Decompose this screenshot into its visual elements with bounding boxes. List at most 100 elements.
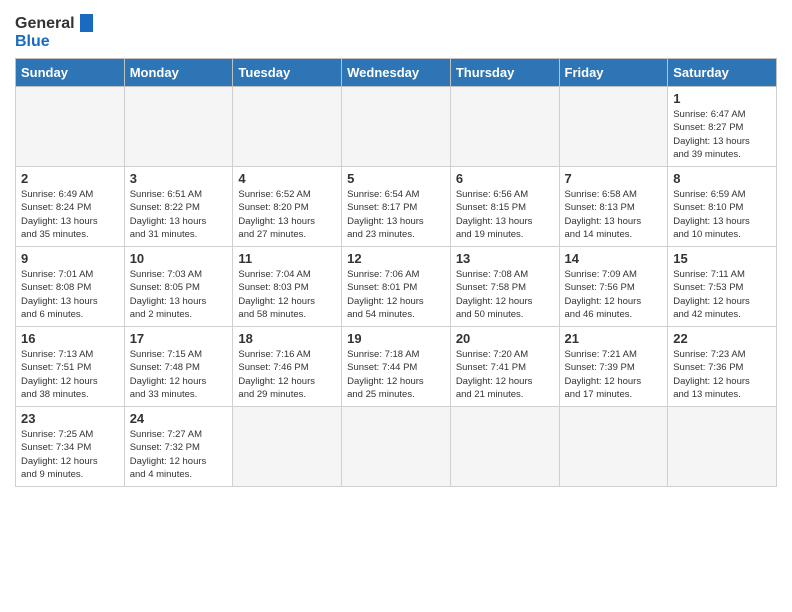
calendar-cell: 7 Sunrise: 6:58 AM Sunset: 8:13 PM Daylig…	[559, 167, 668, 247]
calendar-cell: 19 Sunrise: 7:18 AM Sunset: 7:44 PM Dayli…	[342, 327, 451, 407]
day-detail: Sunrise: 7:08 AM Sunset: 7:58 PM Dayligh…	[456, 268, 554, 321]
day-detail: Sunrise: 6:52 AM Sunset: 8:20 PM Dayligh…	[238, 188, 336, 241]
calendar-cell	[233, 407, 342, 487]
calendar-table: SundayMondayTuesdayWednesdayThursdayFrid…	[15, 58, 777, 487]
weekday-header-saturday: Saturday	[668, 59, 777, 87]
calendar-cell	[342, 407, 451, 487]
day-number: 17	[130, 331, 228, 346]
day-detail: Sunrise: 6:49 AM Sunset: 8:24 PM Dayligh…	[21, 188, 119, 241]
day-detail: Sunrise: 6:59 AM Sunset: 8:10 PM Dayligh…	[673, 188, 771, 241]
day-number: 24	[130, 411, 228, 426]
day-number: 19	[347, 331, 445, 346]
day-detail: Sunrise: 7:11 AM Sunset: 7:53 PM Dayligh…	[673, 268, 771, 321]
calendar-cell: 24 Sunrise: 7:27 AM Sunset: 7:32 PM Dayli…	[124, 407, 233, 487]
calendar-cell: 12 Sunrise: 7:06 AM Sunset: 8:01 PM Dayli…	[342, 247, 451, 327]
day-detail: Sunrise: 7:23 AM Sunset: 7:36 PM Dayligh…	[673, 348, 771, 401]
day-detail: Sunrise: 7:09 AM Sunset: 7:56 PM Dayligh…	[565, 268, 663, 321]
calendar-cell	[450, 87, 559, 167]
day-number: 11	[238, 251, 336, 266]
calendar-cell	[233, 87, 342, 167]
day-detail: Sunrise: 6:51 AM Sunset: 8:22 PM Dayligh…	[130, 188, 228, 241]
calendar-cell: 11 Sunrise: 7:04 AM Sunset: 8:03 PM Dayli…	[233, 247, 342, 327]
day-number: 12	[347, 251, 445, 266]
day-number: 15	[673, 251, 771, 266]
calendar-cell	[16, 87, 125, 167]
logo: GeneralBlue	[15, 10, 95, 50]
calendar-cell	[124, 87, 233, 167]
calendar-cell: 13 Sunrise: 7:08 AM Sunset: 7:58 PM Dayli…	[450, 247, 559, 327]
calendar-row-2: 2 Sunrise: 6:49 AM Sunset: 8:24 PM Daylig…	[16, 167, 777, 247]
weekday-header-tuesday: Tuesday	[233, 59, 342, 87]
day-number: 6	[456, 171, 554, 186]
calendar-cell: 14 Sunrise: 7:09 AM Sunset: 7:56 PM Dayli…	[559, 247, 668, 327]
calendar-cell: 6 Sunrise: 6:56 AM Sunset: 8:15 PM Daylig…	[450, 167, 559, 247]
day-number: 3	[130, 171, 228, 186]
day-number: 8	[673, 171, 771, 186]
calendar-cell: 17 Sunrise: 7:15 AM Sunset: 7:48 PM Dayli…	[124, 327, 233, 407]
day-detail: Sunrise: 7:16 AM Sunset: 7:46 PM Dayligh…	[238, 348, 336, 401]
calendar-cell: 2 Sunrise: 6:49 AM Sunset: 8:24 PM Daylig…	[16, 167, 125, 247]
day-number: 20	[456, 331, 554, 346]
day-detail: Sunrise: 6:54 AM Sunset: 8:17 PM Dayligh…	[347, 188, 445, 241]
day-detail: Sunrise: 6:58 AM Sunset: 8:13 PM Dayligh…	[565, 188, 663, 241]
calendar-cell: 9 Sunrise: 7:01 AM Sunset: 8:08 PM Daylig…	[16, 247, 125, 327]
day-number: 14	[565, 251, 663, 266]
calendar-cell: 3 Sunrise: 6:51 AM Sunset: 8:22 PM Daylig…	[124, 167, 233, 247]
day-detail: Sunrise: 7:18 AM Sunset: 7:44 PM Dayligh…	[347, 348, 445, 401]
weekday-header-row: SundayMondayTuesdayWednesdayThursdayFrid…	[16, 59, 777, 87]
calendar-row-4: 16 Sunrise: 7:13 AM Sunset: 7:51 PM Dayli…	[16, 327, 777, 407]
calendar-cell: 20 Sunrise: 7:20 AM Sunset: 7:41 PM Dayli…	[450, 327, 559, 407]
day-number: 5	[347, 171, 445, 186]
day-detail: Sunrise: 7:15 AM Sunset: 7:48 PM Dayligh…	[130, 348, 228, 401]
day-detail: Sunrise: 7:25 AM Sunset: 7:34 PM Dayligh…	[21, 428, 119, 481]
day-detail: Sunrise: 7:20 AM Sunset: 7:41 PM Dayligh…	[456, 348, 554, 401]
calendar-cell: 4Sunrise: 6:52 AM Sunset: 8:20 PM Daylig…	[233, 167, 342, 247]
calendar-cell: 22 Sunrise: 7:23 AM Sunset: 7:36 PM Dayli…	[668, 327, 777, 407]
calendar-cell: 1 Sunrise: 6:47 AM Sunset: 8:27 PM Daylig…	[668, 87, 777, 167]
day-number: 2	[21, 171, 119, 186]
day-number: 23	[21, 411, 119, 426]
calendar-row-3: 9 Sunrise: 7:01 AM Sunset: 8:08 PM Daylig…	[16, 247, 777, 327]
weekday-header-thursday: Thursday	[450, 59, 559, 87]
day-number: 16	[21, 331, 119, 346]
day-detail: Sunrise: 7:21 AM Sunset: 7:39 PM Dayligh…	[565, 348, 663, 401]
calendar-cell: 21 Sunrise: 7:21 AM Sunset: 7:39 PM Dayli…	[559, 327, 668, 407]
day-detail: Sunrise: 6:56 AM Sunset: 8:15 PM Dayligh…	[456, 188, 554, 241]
day-number: 21	[565, 331, 663, 346]
weekday-header-sunday: Sunday	[16, 59, 125, 87]
day-number: 18	[238, 331, 336, 346]
weekday-header-monday: Monday	[124, 59, 233, 87]
calendar-cell	[342, 87, 451, 167]
day-number: 13	[456, 251, 554, 266]
day-detail: Sunrise: 7:03 AM Sunset: 8:05 PM Dayligh…	[130, 268, 228, 321]
calendar-row-1: 1 Sunrise: 6:47 AM Sunset: 8:27 PM Daylig…	[16, 87, 777, 167]
weekday-header-friday: Friday	[559, 59, 668, 87]
calendar-cell: 23 Sunrise: 7:25 AM Sunset: 7:34 PM Dayli…	[16, 407, 125, 487]
day-detail: Sunrise: 6:47 AM Sunset: 8:27 PM Dayligh…	[673, 108, 771, 161]
svg-text:Blue: Blue	[15, 33, 50, 50]
day-detail: Sunrise: 7:04 AM Sunset: 8:03 PM Dayligh…	[238, 268, 336, 321]
calendar-cell: 18 Sunrise: 7:16 AM Sunset: 7:46 PM Dayli…	[233, 327, 342, 407]
day-number: 22	[673, 331, 771, 346]
header: GeneralBlue	[15, 10, 777, 50]
calendar-cell	[450, 407, 559, 487]
day-number: 7	[565, 171, 663, 186]
calendar-cell	[668, 407, 777, 487]
logo-icon: GeneralBlue	[15, 10, 95, 50]
svg-text:General: General	[15, 15, 75, 32]
calendar-cell: 16 Sunrise: 7:13 AM Sunset: 7:51 PM Dayli…	[16, 327, 125, 407]
calendar-cell: 10 Sunrise: 7:03 AM Sunset: 8:05 PM Dayli…	[124, 247, 233, 327]
day-detail: Sunrise: 7:06 AM Sunset: 8:01 PM Dayligh…	[347, 268, 445, 321]
day-detail: Sunrise: 7:01 AM Sunset: 8:08 PM Dayligh…	[21, 268, 119, 321]
day-number: 9	[21, 251, 119, 266]
calendar-cell	[559, 407, 668, 487]
day-number: 10	[130, 251, 228, 266]
calendar-row-5: 23 Sunrise: 7:25 AM Sunset: 7:34 PM Dayli…	[16, 407, 777, 487]
calendar-cell: 5 Sunrise: 6:54 AM Sunset: 8:17 PM Daylig…	[342, 167, 451, 247]
calendar-cell	[559, 87, 668, 167]
weekday-header-wednesday: Wednesday	[342, 59, 451, 87]
calendar-cell: 15 Sunrise: 7:11 AM Sunset: 7:53 PM Dayli…	[668, 247, 777, 327]
day-detail: Sunrise: 7:27 AM Sunset: 7:32 PM Dayligh…	[130, 428, 228, 481]
day-number: 1	[673, 91, 771, 106]
day-detail: Sunrise: 7:13 AM Sunset: 7:51 PM Dayligh…	[21, 348, 119, 401]
